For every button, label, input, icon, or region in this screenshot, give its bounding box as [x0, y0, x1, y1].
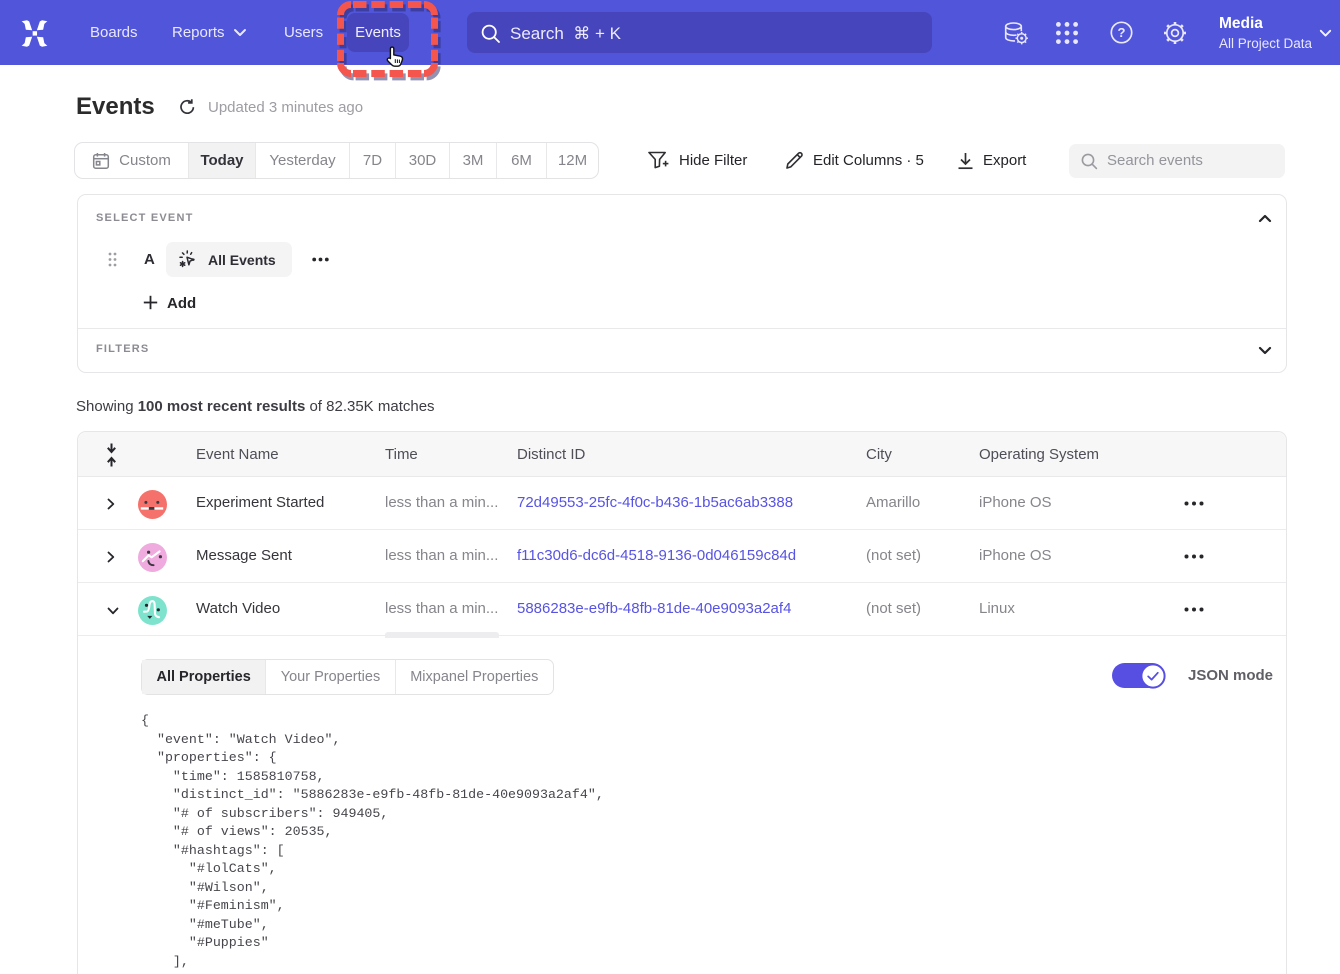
svg-text:?: ?	[1118, 25, 1126, 40]
